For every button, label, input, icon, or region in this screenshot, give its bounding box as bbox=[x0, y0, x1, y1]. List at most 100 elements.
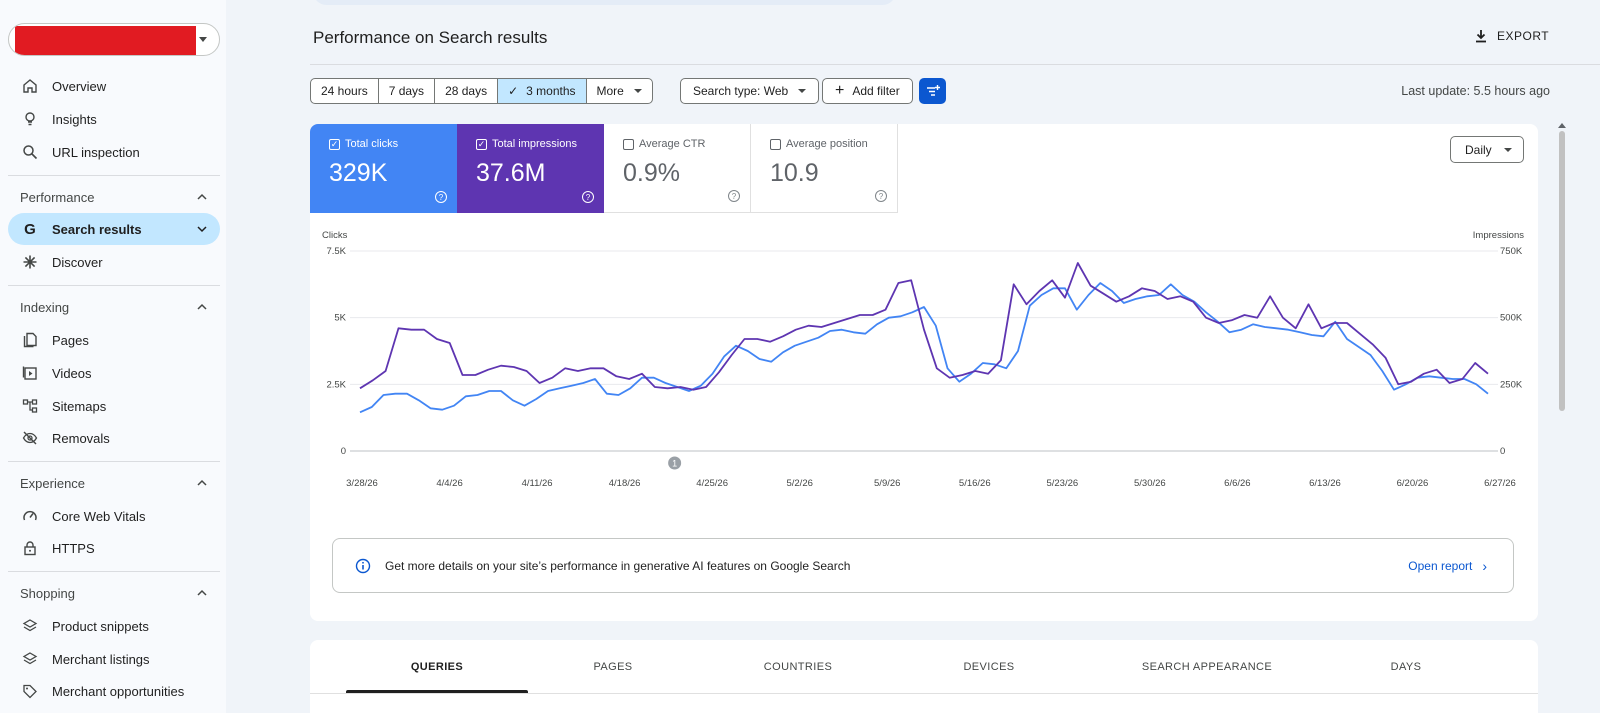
sidebar-item-discover[interactable]: Discover bbox=[8, 246, 220, 278]
divider bbox=[8, 285, 220, 286]
open-report-label: Open report bbox=[1408, 558, 1473, 573]
checkbox-checked-icon[interactable]: ✓ bbox=[329, 138, 340, 150]
tab-days[interactable]: DAYS bbox=[1315, 640, 1497, 693]
sidebar-item-removals[interactable]: Removals bbox=[8, 422, 220, 454]
add-filter-button[interactable]: + Add filter bbox=[822, 78, 913, 104]
series-line-impressions bbox=[359, 262, 1489, 391]
granularity-label: Daily bbox=[1465, 142, 1492, 157]
open-report-link[interactable]: Open report › bbox=[1408, 558, 1487, 574]
sidebar-item-label: Core Web Vitals bbox=[52, 508, 146, 524]
sidebar-item-merchant-listings[interactable]: Merchant listings bbox=[8, 643, 220, 675]
date-range-7-days[interactable]: 7 days bbox=[379, 79, 436, 103]
x-tick-label: 5/2/26 bbox=[786, 478, 812, 489]
sidebar-item-label: Sitemaps bbox=[52, 398, 107, 414]
tab-devices[interactable]: DEVICES bbox=[898, 640, 1080, 693]
help-icon[interactable]: ? bbox=[875, 190, 887, 202]
sidebar-item-search-results[interactable]: G Search results bbox=[8, 213, 220, 245]
tab-countries[interactable]: COUNTRIES bbox=[707, 640, 889, 693]
date-range-28-days[interactable]: 28 days bbox=[435, 79, 499, 103]
date-range-24-hours[interactable]: 24 hours bbox=[311, 79, 379, 103]
search-icon bbox=[22, 144, 38, 160]
tab-queries[interactable]: QUERIES bbox=[346, 640, 528, 693]
filter-list-icon bbox=[926, 85, 940, 96]
sidebar-item-label: Insights bbox=[52, 111, 97, 127]
checkbox-unchecked-icon[interactable] bbox=[770, 138, 781, 150]
sidebar-item-videos[interactable]: Videos bbox=[8, 357, 220, 389]
tag-icon bbox=[22, 683, 38, 699]
banner-text: Get more details on your site’s performa… bbox=[385, 558, 851, 573]
x-tick-label: 6/20/26 bbox=[1397, 478, 1429, 489]
section-experience[interactable]: Experience bbox=[20, 471, 216, 495]
help-icon[interactable]: ? bbox=[582, 191, 594, 203]
metric-average-position[interactable]: Average position 10.9 ? bbox=[751, 124, 898, 213]
google-g-icon: G bbox=[24, 220, 36, 238]
section-label: Indexing bbox=[20, 299, 70, 315]
sidebar-item-overview[interactable]: Overview bbox=[8, 70, 220, 102]
lock-icon bbox=[22, 540, 38, 556]
sidebar-item-label: Discover bbox=[52, 254, 103, 270]
sidebar-item-sitemaps[interactable]: Sitemaps bbox=[8, 390, 220, 422]
caret-down-icon bbox=[633, 89, 642, 93]
sidebar-item-merchant-opportunities[interactable]: Merchant opportunities bbox=[8, 675, 220, 707]
date-range-3-months[interactable]: ✓ 3 months bbox=[498, 79, 587, 103]
download-icon bbox=[1476, 30, 1486, 43]
metric-label: Average position bbox=[786, 138, 868, 150]
chevron-up-icon bbox=[197, 303, 207, 310]
header-divider bbox=[310, 64, 1600, 65]
x-tick-label: 5/16/26 bbox=[959, 478, 991, 489]
help-icon[interactable]: ? bbox=[435, 191, 447, 203]
property-selector[interactable] bbox=[8, 23, 220, 56]
metric-total-impressions[interactable]: ✓ Total impressions 37.6M ? bbox=[457, 124, 604, 213]
section-shopping[interactable]: Shopping bbox=[20, 581, 216, 605]
export-button[interactable]: EXPORT bbox=[1473, 28, 1549, 44]
pages-icon bbox=[22, 332, 38, 348]
x-tick-label: 5/23/26 bbox=[1046, 478, 1078, 489]
sidebar-item-product-snippets[interactable]: Product snippets bbox=[8, 610, 220, 642]
scrollbar[interactable] bbox=[1556, 123, 1568, 713]
section-performance[interactable]: Performance bbox=[20, 185, 216, 209]
sidebar-item-insights[interactable]: Insights bbox=[8, 103, 220, 135]
divider bbox=[8, 175, 220, 176]
metric-average-ctr[interactable]: Average CTR 0.9% ? bbox=[604, 124, 751, 213]
metric-value: 37.6M bbox=[476, 159, 546, 187]
caret-down-icon bbox=[798, 89, 807, 93]
checkbox-unchecked-icon[interactable] bbox=[623, 138, 634, 150]
help-icon[interactable]: ? bbox=[728, 190, 740, 202]
y-tick-label-right: 500K bbox=[1500, 313, 1523, 324]
x-tick-label: 6/13/26 bbox=[1309, 478, 1341, 489]
export-label: EXPORT bbox=[1497, 29, 1550, 43]
tab-label: SEARCH APPEARANCE bbox=[1141, 660, 1273, 673]
metric-total-clicks[interactable]: ✓ Total clicks 329K ? bbox=[310, 124, 457, 213]
sidebar-item-https[interactable]: HTTPS bbox=[8, 532, 220, 564]
x-tick-label: 4/11/26 bbox=[522, 478, 553, 489]
sidebar-item-label: HTTPS bbox=[52, 540, 95, 556]
date-range-more[interactable]: More bbox=[587, 79, 652, 103]
chevron-up-icon bbox=[197, 479, 207, 486]
scroll-up-arrow-icon[interactable] bbox=[1558, 123, 1566, 128]
clicks-impressions-chart: Clicks Impressions 0 0 2.5K 250K 5K 500K 7.5K 750… bbox=[322, 230, 1524, 489]
search-bar[interactable] bbox=[313, 0, 896, 5]
sidebar-item-pages[interactable]: Pages bbox=[8, 324, 220, 356]
section-label: Experience bbox=[20, 475, 86, 491]
search-type-dropdown[interactable]: Search type: Web bbox=[680, 78, 820, 104]
last-update-text: Last update: 5.5 hours ago bbox=[1401, 84, 1550, 98]
filter-settings-button[interactable] bbox=[919, 78, 946, 104]
granularity-dropdown[interactable]: Daily bbox=[1450, 136, 1524, 163]
sidebar-item-url-inspection[interactable]: URL inspection bbox=[8, 136, 220, 168]
tab-search-appearance[interactable]: SEARCH APPEARANCE bbox=[1116, 640, 1298, 693]
tab-pages[interactable]: PAGES bbox=[522, 640, 704, 693]
tab-label: QUERIES bbox=[410, 660, 464, 673]
y-tick-label-left: 5K bbox=[334, 313, 346, 324]
checkbox-checked-icon[interactable]: ✓ bbox=[476, 138, 487, 150]
metric-label: Average CTR bbox=[639, 138, 706, 150]
chevron-up-icon bbox=[197, 193, 207, 200]
tabs-divider bbox=[310, 693, 1538, 694]
scrollbar-thumb[interactable] bbox=[1559, 131, 1565, 411]
y-tick-label-left: 7.5K bbox=[326, 246, 346, 257]
section-indexing[interactable]: Indexing bbox=[20, 295, 216, 319]
left-axis-title: Clicks bbox=[322, 230, 348, 241]
sidebar-item-core-web-vitals[interactable]: Core Web Vitals bbox=[8, 500, 220, 532]
video-icon bbox=[22, 365, 38, 381]
sitemap-icon bbox=[22, 398, 38, 414]
x-tick-label: 4/4/26 bbox=[436, 478, 462, 489]
